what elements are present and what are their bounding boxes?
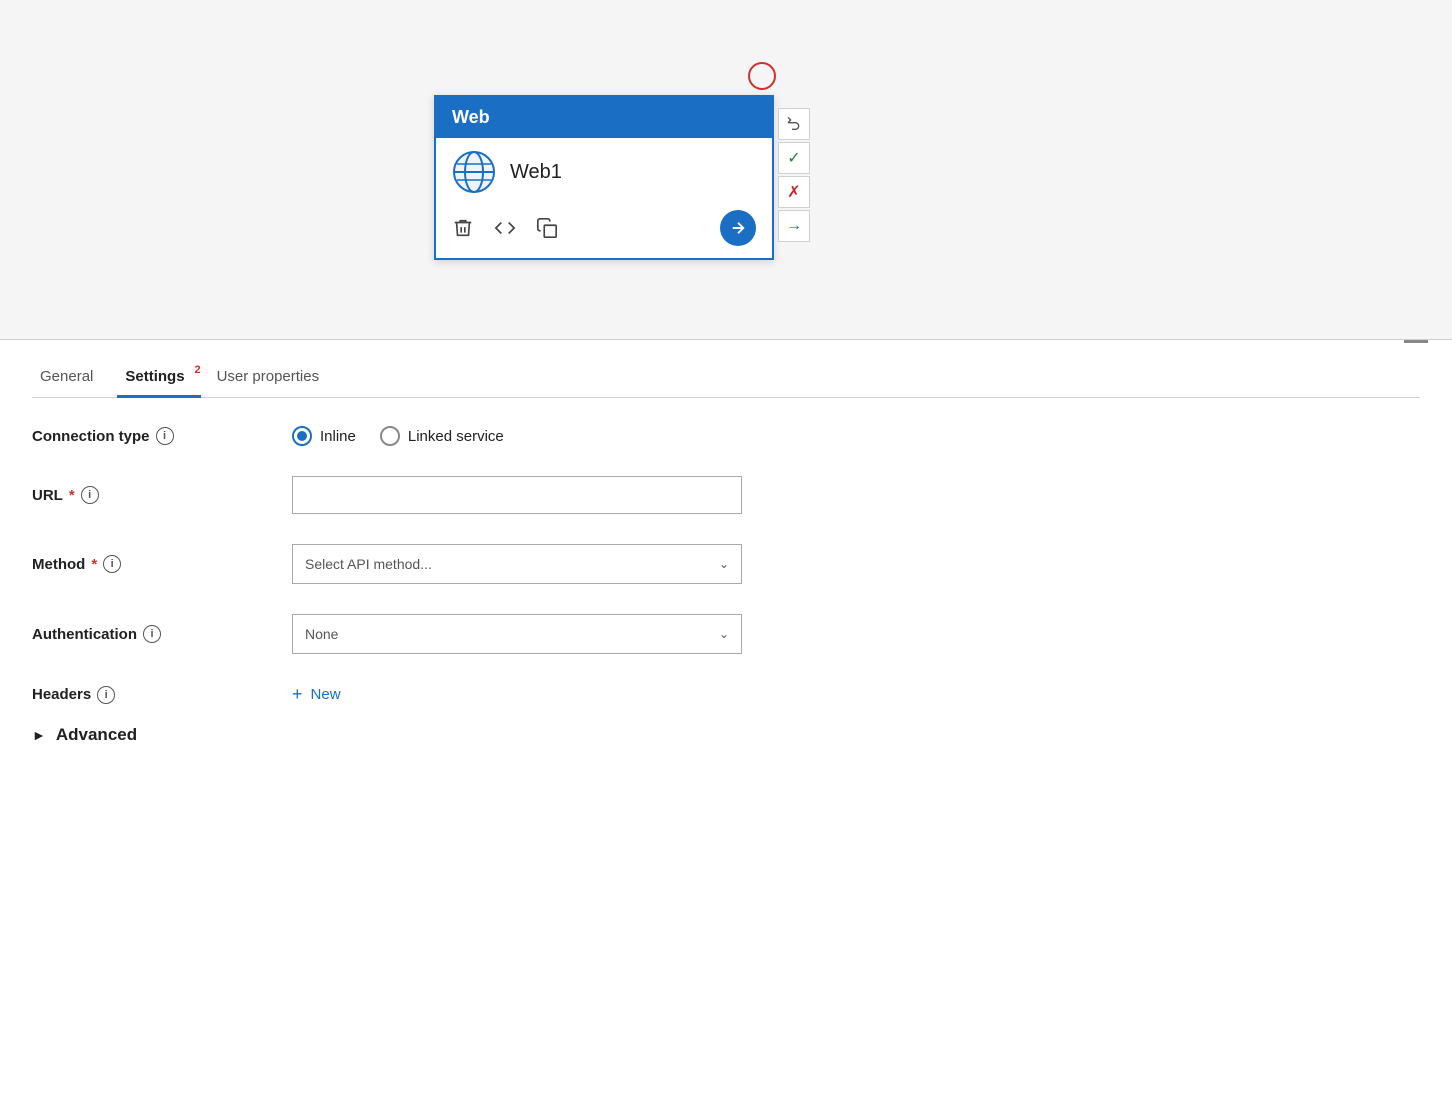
minimize-bar[interactable] <box>1404 340 1428 343</box>
headers-row: Headers i + New <box>32 684 932 705</box>
headers-info-icon[interactable]: i <box>97 686 115 704</box>
authentication-control: None ⌄ <box>292 614 932 654</box>
globe-icon <box>452 150 496 194</box>
connection-type-label: Connection type i <box>32 427 292 445</box>
advanced-row[interactable]: ► Advanced <box>32 725 932 745</box>
url-row: URL * i <box>32 476 932 514</box>
plus-icon: + <box>292 684 303 705</box>
web-node-header: Web <box>436 97 772 138</box>
linked-service-radio[interactable]: Linked service <box>380 426 504 446</box>
tab-settings[interactable]: Settings 2 <box>117 360 200 397</box>
authentication-info-icon[interactable]: i <box>143 625 161 643</box>
authentication-label: Authentication i <box>32 625 292 643</box>
method-dropdown-text: Select API method... <box>305 556 432 572</box>
connection-type-control: Inline Linked service <box>292 426 932 446</box>
settings-form: Connection type i Inline Linked service <box>32 398 932 777</box>
settings-badge: 2 <box>194 364 200 376</box>
method-control: Select API method... ⌄ <box>292 544 932 584</box>
method-required: * <box>91 556 97 573</box>
tabs-bar: General Settings 2 User properties <box>32 340 1420 398</box>
url-control <box>292 476 932 514</box>
side-buttons-panel: ✓ ✗ → <box>778 108 810 242</box>
chevron-right-icon: ► <box>32 727 46 743</box>
expand-button[interactable]: → <box>778 210 810 242</box>
linked-service-radio-circle <box>380 426 400 446</box>
web-node-body: Web1 <box>436 138 772 202</box>
web-node-name: Web1 <box>510 161 562 184</box>
tab-user-properties[interactable]: User properties <box>209 360 336 397</box>
connection-type-row: Connection type i Inline Linked service <box>32 426 932 446</box>
canvas-area: Web Web1 <box>0 0 1452 340</box>
inline-radio[interactable]: Inline <box>292 426 356 446</box>
web-node-actions <box>436 202 772 258</box>
url-input[interactable] <box>292 476 742 514</box>
code-icon[interactable] <box>494 217 516 239</box>
headers-control: + New <box>292 684 932 705</box>
connection-type-info-icon[interactable]: i <box>156 427 174 445</box>
method-row: Method * i Select API method... ⌄ <box>32 544 932 584</box>
web-node-card: Web Web1 <box>434 95 774 260</box>
red-circle-indicator <box>748 62 776 90</box>
headers-label: Headers i <box>32 686 292 704</box>
authentication-dropdown-arrow: ⌄ <box>719 627 729 641</box>
url-label: URL * i <box>32 486 292 504</box>
advanced-label: Advanced <box>56 725 137 745</box>
undo-button[interactable] <box>778 108 810 140</box>
settings-panel: General Settings 2 User properties Conne… <box>0 340 1452 777</box>
method-label: Method * i <box>32 555 292 573</box>
navigate-icon[interactable] <box>720 210 756 246</box>
confirm-button[interactable]: ✓ <box>778 142 810 174</box>
authentication-row: Authentication i None ⌄ <box>32 614 932 654</box>
method-dropdown-arrow: ⌄ <box>719 557 729 571</box>
method-info-icon[interactable]: i <box>103 555 121 573</box>
connection-type-radio-group: Inline Linked service <box>292 426 504 446</box>
method-dropdown[interactable]: Select API method... ⌄ <box>292 544 742 584</box>
url-required: * <box>69 487 75 504</box>
authentication-dropdown[interactable]: None ⌄ <box>292 614 742 654</box>
delete-icon[interactable] <box>452 217 474 239</box>
authentication-dropdown-text: None <box>305 626 338 642</box>
copy-icon[interactable] <box>536 217 558 239</box>
inline-radio-circle <box>292 426 312 446</box>
web-node-title: Web <box>452 107 490 127</box>
url-info-icon[interactable]: i <box>81 486 99 504</box>
tab-general[interactable]: General <box>32 360 109 397</box>
cancel-button[interactable]: ✗ <box>778 176 810 208</box>
new-header-button[interactable]: + New <box>292 684 341 705</box>
